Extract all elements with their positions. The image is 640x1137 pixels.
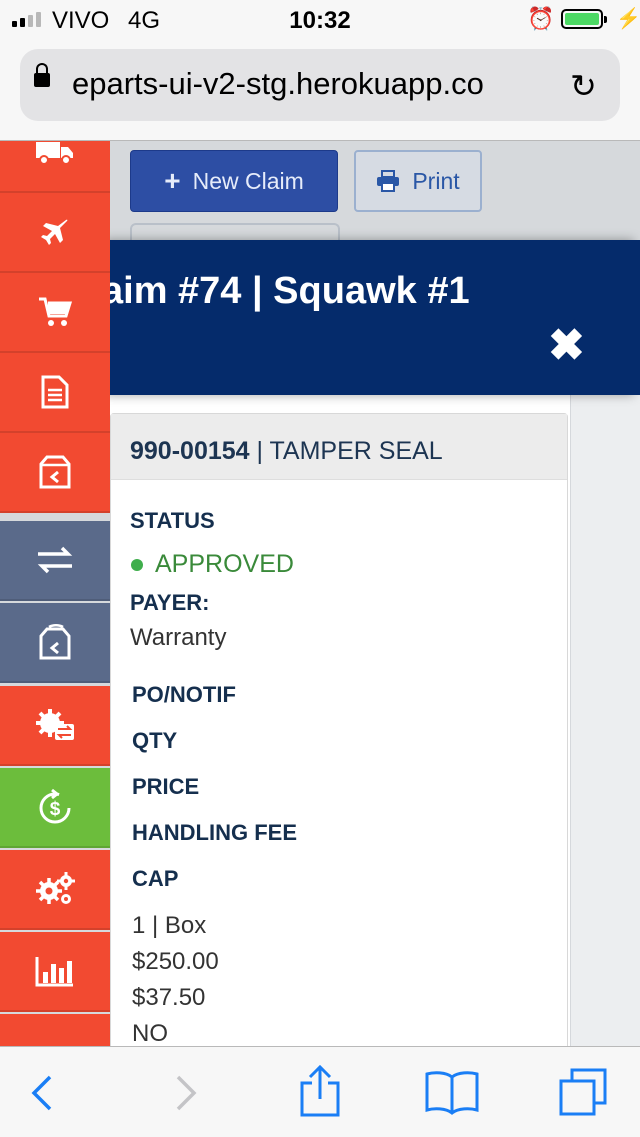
po-notif-label: PO/NOTIF <box>132 682 236 707</box>
sidebar-item-billing[interactable]: $ <box>0 768 110 848</box>
modal-title: aim #74 | Squawk #1 <box>102 270 470 312</box>
document-icon <box>41 375 69 409</box>
part-number: 990-00154 <box>130 437 250 465</box>
cap-value: NO <box>132 1020 168 1046</box>
close-icon[interactable]: ✖ <box>548 320 585 371</box>
browser-toolbar <box>0 1046 640 1137</box>
print-label: Print <box>412 167 460 194</box>
bar-chart-icon <box>35 957 73 987</box>
qty-label: QTY <box>132 728 178 753</box>
sidebar-item-reports[interactable] <box>0 932 110 1012</box>
part-card: 990-00154 | TAMPER SEAL STATUS APPROVED … <box>110 413 568 1046</box>
airplane-icon <box>41 219 68 245</box>
status-dot-icon <box>131 558 143 571</box>
handling-fee-label: HANDLING FEE <box>132 820 297 845</box>
gears-icon <box>36 872 75 904</box>
svg-text:$: $ <box>50 799 61 820</box>
gear-exchange-icon <box>36 709 74 740</box>
sidebar-item-cart[interactable] <box>0 273 110 353</box>
printer-icon <box>377 170 400 192</box>
price-value: $250.00 <box>132 948 219 975</box>
plus-icon: + <box>164 165 181 196</box>
new-claim-button[interactable]: + New Claim <box>130 150 338 212</box>
share-icon[interactable] <box>298 1065 342 1117</box>
truck-icon <box>36 142 73 165</box>
browser-address-area: eparts-ui-v2-stg.herokuapp.co ↻ <box>0 40 640 141</box>
url-text[interactable]: eparts-ui-v2-stg.herokuapp.co <box>72 66 566 102</box>
forward-icon[interactable] <box>170 1073 200 1113</box>
sidebar-item-repairs[interactable] <box>0 686 110 766</box>
back-icon[interactable] <box>28 1073 58 1113</box>
sidebar-item-exchanges[interactable] <box>0 603 110 683</box>
handling-fee-value: $37.50 <box>132 984 206 1011</box>
status-bar: VIVO 4G 10:32 ⏰ ⚡ <box>0 0 640 40</box>
cap-label: CAP <box>132 866 179 891</box>
sidebar-item-more[interactable] <box>0 1014 110 1046</box>
sidebar-item-shipping[interactable] <box>0 141 110 193</box>
sidebar-item-documents[interactable] <box>0 353 110 433</box>
box-return-icon <box>39 455 71 489</box>
cart-icon <box>39 297 72 326</box>
sidebar: $ <box>0 141 110 1046</box>
modal-edge <box>570 395 640 1046</box>
print-button[interactable]: Print <box>354 150 482 212</box>
sidebar-item-transfers[interactable] <box>0 521 110 601</box>
lock-icon <box>34 63 50 87</box>
payer-label: PAYER: <box>130 590 210 615</box>
sidebar-item-settings[interactable] <box>0 850 110 930</box>
part-header: 990-00154 | TAMPER SEAL <box>111 414 567 480</box>
page-content: + New Claim Print aim #74 | Squawk #1 ✖ … <box>0 141 640 1046</box>
payer-value: Warranty <box>130 624 227 651</box>
bookmarks-icon[interactable] <box>424 1069 480 1115</box>
transfer-arrows-icon <box>37 546 73 574</box>
status-value: APPROVED <box>155 550 294 578</box>
status-label: STATUS <box>130 508 215 533</box>
qty-value: 1 | Box <box>132 912 207 939</box>
sidebar-item-aircraft[interactable] <box>0 193 110 273</box>
reload-icon[interactable]: ↻ <box>570 67 597 105</box>
address-bar[interactable]: eparts-ui-v2-stg.herokuapp.co ↻ <box>20 49 620 121</box>
status-badge: APPROVED <box>131 550 294 579</box>
new-claim-label: New Claim <box>192 167 304 194</box>
dollar-refresh-icon: $ <box>39 788 71 824</box>
part-name: | TAMPER SEAL <box>256 437 443 465</box>
alarm-icon: ⏰ <box>527 6 555 31</box>
box-exchange-icon <box>39 624 71 660</box>
tabs-icon[interactable] <box>558 1067 608 1117</box>
battery-icon <box>561 9 607 29</box>
sidebar-item-returns[interactable] <box>0 433 110 513</box>
price-label: PRICE <box>132 774 200 799</box>
charging-icon: ⚡ <box>616 8 640 30</box>
modal-header: aim #74 | Squawk #1 ✖ <box>102 240 640 395</box>
